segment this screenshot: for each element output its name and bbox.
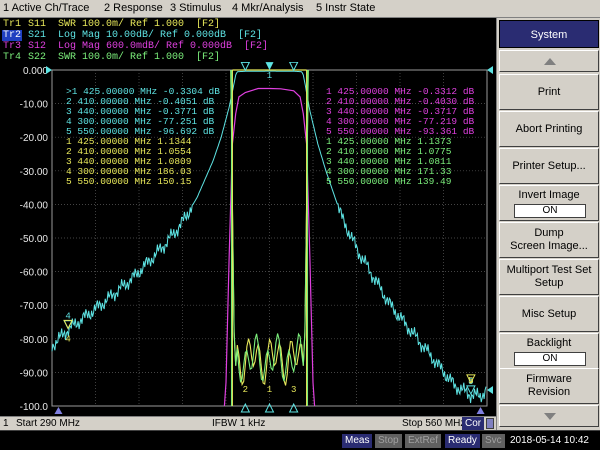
marker-number-bottom: 2 xyxy=(243,385,248,395)
scroll-down-key[interactable] xyxy=(499,405,599,427)
trace-settings: S11 SWR 100.0m/ Ref 1.000 [F2] xyxy=(22,19,221,30)
softkey-firmware-revision[interactable]: Firmware Revision xyxy=(499,368,599,404)
marker-number: 3 xyxy=(291,62,296,63)
scroll-handle[interactable] xyxy=(486,418,494,429)
softkey-label: Print xyxy=(537,86,561,98)
menu-mkr-analysis[interactable]: 4 Mkr/Analysis xyxy=(232,2,304,14)
menu-stimulus[interactable]: 3 Stimulus xyxy=(170,2,221,14)
menubar: 1 Active Ch/Trace 2 Response 3 Stimulus … xyxy=(0,0,600,18)
y-tick-label: -50.00 xyxy=(20,234,49,245)
datetime: 2018-05-14 10:42 xyxy=(510,435,589,446)
arrow-down-icon xyxy=(544,413,556,420)
chart-status-line: 1 Start 290 MHz IFBW 1 kHz Stop 560 MHz … xyxy=(0,416,496,430)
marker-readout-row: 5 550.00000 MHz 150.15 xyxy=(66,176,192,187)
softkey-label: Dump xyxy=(534,227,564,239)
softkey-label: Revision xyxy=(527,386,571,398)
y-tick-label: -80.00 xyxy=(20,335,49,346)
trace-line-tr3[interactable]: Tr3 S12 Log Mag 600.0mdB/ Ref 0.000dB [F… xyxy=(2,41,268,52)
marker-icon xyxy=(288,62,299,72)
softkey-label: Multiport Test Set xyxy=(506,264,592,276)
y-tick-label: -90.00 xyxy=(20,368,49,379)
y-tick-label: -100.0 xyxy=(20,402,49,413)
trace-settings: S12 Log Mag 600.0mdB/ Ref 0.000dB [F2] xyxy=(22,41,269,52)
trace-id: Tr2 xyxy=(2,30,23,41)
correction-badge: Cor xyxy=(462,417,485,430)
softkey-panel: System Print Abort Printing Printer Setup.… xyxy=(496,18,600,430)
marker-number-s22: 4 xyxy=(65,335,70,345)
trace-header: Tr1 S11 SWR 100.0m/ Ref 1.000 [F2] Tr2 S2… xyxy=(0,18,496,63)
trace-settings: S21 Log Mag 10.00dB/ Ref 0.000dB [F2] xyxy=(22,30,263,41)
menu-active-ch-trace[interactable]: 1 Active Ch/Trace xyxy=(3,2,89,14)
ref-level-right-icon xyxy=(487,66,493,74)
softkey-value: ON xyxy=(514,204,586,218)
y-tick-label: -10.00 xyxy=(20,100,49,111)
stop-frequency[interactable]: Stop 560 MHz xyxy=(402,418,465,429)
marker-number: 2 xyxy=(243,62,248,63)
y-tick-label: -60.00 xyxy=(20,268,49,279)
softkey-print[interactable]: Print xyxy=(499,74,599,110)
ifbw-value[interactable]: IFBW 1 kHz xyxy=(212,418,265,429)
softkey-label: Screen Image... xyxy=(510,240,588,252)
y-tick-label: -40.00 xyxy=(20,200,49,211)
softkey-label: Backlight xyxy=(526,337,572,349)
y-tick-label: 0.000 xyxy=(23,66,48,77)
ready-indicator: Ready xyxy=(445,434,480,448)
softkey-label: Setup xyxy=(534,277,564,289)
softkey-printer-setup[interactable]: Printer Setup... xyxy=(499,148,599,184)
instrument-status-bar: Meas Stop ExtRef Ready Svc 2018-05-14 10… xyxy=(0,430,600,450)
scroll-up-key[interactable] xyxy=(499,50,599,72)
softkey-multiport-test-set-setup[interactable]: Multiport Test Set Setup xyxy=(499,259,599,295)
marker-number-top: 1 xyxy=(267,71,272,81)
start-marker-icon xyxy=(54,407,63,414)
softkey-abort-printing[interactable]: Abort Printing xyxy=(499,111,599,147)
chart-area[interactable]: 0.000 -10.00 -20.00 -30.00 -40.00 -50.00 -60.0… xyxy=(0,62,496,416)
marker-number-bottom: 3 xyxy=(291,385,296,395)
arrow-up-icon xyxy=(544,58,556,65)
menu-instr-state[interactable]: 5 Instr State xyxy=(316,2,375,14)
trace-id: Tr1 xyxy=(3,19,22,30)
softkey-misc-setup[interactable]: Misc Setup xyxy=(499,296,599,332)
marker-number: 1 xyxy=(267,62,272,63)
start-frequency[interactable]: Start 290 MHz xyxy=(16,418,80,429)
ref-level-left-icon xyxy=(46,66,52,74)
trace-line-tr2[interactable]: Tr2 S21 Log Mag 10.00dB/ Ref 0.000dB [F2… xyxy=(2,30,262,41)
measurement-chart[interactable]: 0.000 -10.00 -20.00 -30.00 -40.00 -50.00 -60.0… xyxy=(0,62,496,416)
softkey-label: Misc Setup xyxy=(521,308,577,320)
menu-response[interactable]: 2 Response xyxy=(104,2,163,14)
softkey-invert-image[interactable]: Invert Image ON xyxy=(499,185,599,221)
stop-indicator: Stop xyxy=(375,434,402,448)
y-tick-label: -20.00 xyxy=(20,133,49,144)
softkey-dump-screen-image[interactable]: Dump Screen Image... xyxy=(499,222,599,258)
softkey-label: Printer Setup... xyxy=(512,160,586,172)
marker-readout-row: 5 550.00000 MHz 139.49 xyxy=(326,176,452,187)
y-tick-label: -70.00 xyxy=(20,301,49,312)
svc-indicator: Svc xyxy=(482,434,505,448)
trace-id: Tr3 xyxy=(3,41,22,52)
marker-number-bottom: 1 xyxy=(267,385,272,395)
marker-icon xyxy=(240,62,251,72)
softkey-label: Abort Printing xyxy=(515,123,583,135)
stop-marker-icon xyxy=(476,407,485,414)
softkey-value: ON xyxy=(514,352,586,366)
channel-number: 1 xyxy=(3,418,9,429)
marker-number-s22: 5 xyxy=(468,376,473,386)
trace-line-tr1[interactable]: Tr1 S11 SWR 100.0m/ Ref 1.000 [F2] xyxy=(2,19,220,30)
y-tick-label: -30.00 xyxy=(20,167,49,178)
softkey-label: Invert Image xyxy=(518,189,580,201)
panel-title: System xyxy=(499,20,599,48)
marker-active-icon xyxy=(265,62,274,71)
softkey-backlight[interactable]: Backlight ON xyxy=(499,333,599,369)
scale-arrow-icon xyxy=(487,386,493,394)
meas-indicator: Meas xyxy=(342,434,373,448)
softkey-label: Firmware xyxy=(526,373,572,385)
extref-indicator: ExtRef xyxy=(405,434,442,448)
